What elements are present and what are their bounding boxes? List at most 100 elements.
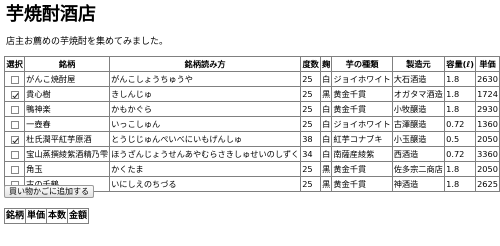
shochu-table: 選択 銘柄 銘柄読み方 度数 麹 芋の種類 製造元 容量(ℓ) 単価 がんこ焼酎… [3,56,500,192]
cell-reading: いっこしゅん [109,116,302,132]
cell-potato: 紅芋コナブキ [331,131,393,147]
cell-volume: 1.8 [444,101,477,117]
table-row: 角玉 かくたま 25 黒黄金千貫 佐多宗二商店 1.8 2050 [3,161,500,177]
cell-reading: とうじじゅんぺいべにいもげんしゅ [109,131,302,147]
select-checkbox[interactable] [10,165,19,174]
cell-maker: 西酒造 [391,146,446,162]
cell-koji: 白 [320,101,333,117]
cell-name: 角玉 [24,161,111,177]
cell-potato: 黄金千貫 [331,101,393,117]
cell-reading: かもかぐら [109,101,302,117]
cell-potato: 黄金千貫 [331,161,393,177]
table-header-row: 選択 銘柄 銘柄読み方 度数 麹 芋の種類 製造元 容量(ℓ) 単価 [3,56,500,72]
cell-abv: 38 [300,131,322,147]
cell-potato: 黄金千貫 [331,176,393,192]
cell-koji: 黒 [320,176,333,192]
cell-select [3,146,26,162]
cell-abv: 25 [300,116,322,132]
cell-select [3,86,26,102]
header-name: 銘柄 [24,56,111,72]
cell-reading: かくたま [109,161,302,177]
cell-potato: ジョイホワイト [331,71,393,87]
cell-volume: 0.72 [444,146,477,162]
select-checkbox[interactable] [10,105,19,114]
header-abv: 度数 [300,56,322,72]
cell-potato: 黄金千貫 [331,86,393,102]
cart-table: 銘柄 単価 本数 金額 [3,208,90,224]
table-body: がんこ焼酎屋 がんこしょうちゅうや 25 白ジョイホワイト 大石酒造 1.8 2630 貴心樹… [3,71,500,192]
cell-koji: 白 [320,131,333,147]
cell-price: 2625 [475,176,500,192]
cell-abv: 25 [300,86,322,102]
cell-volume: 1.8 [444,71,477,87]
cell-name: 杜氏潤平紅芋原酒 [24,131,111,147]
cell-koji: 白 [320,146,333,162]
select-checkbox[interactable] [10,90,19,99]
add-to-cart-button[interactable]: 買い物かごに追加する [4,185,94,198]
select-checkbox[interactable] [10,120,19,129]
cell-potato: ジョイホワイト [331,116,393,132]
header-potato: 芋の種類 [331,56,393,72]
cell-select [3,131,26,147]
cell-koji: 黒 [320,161,333,177]
cell-abv: 34 [300,146,322,162]
table-row: 貴心樹 きしんじゅ 25 黒黄金千貫 オガタマ酒造 1.8 1724 [3,86,500,102]
cart-header-name: 銘柄 [3,208,27,224]
cart-header-amount: 金額 [67,208,90,224]
cell-reading: きしんじゅ [109,86,302,102]
cell-potato: 南薩産綾紫 [331,146,393,162]
cell-maker: 神酒造 [391,176,446,192]
header-price: 単価 [475,56,500,72]
cell-volume: 1.8 [444,176,477,192]
page-title: 芋焼酎酒店 [6,4,96,25]
cell-price: 2930 [475,101,500,117]
cell-koji: 白 [320,116,333,132]
header-maker: 製造元 [391,56,446,72]
cell-price: 2630 [475,71,500,87]
select-checkbox[interactable] [10,75,19,84]
cell-volume: 0.72 [444,116,477,132]
header-koji: 麹 [320,56,333,72]
cell-abv: 25 [300,176,322,192]
cell-name: 一壺春 [24,116,111,132]
cell-price: 1360 [475,116,500,132]
cell-maker: 小玉醸造 [391,131,446,147]
select-checkbox[interactable] [10,150,19,159]
cell-maker: 佐多宗二商店 [391,161,446,177]
header-reading: 銘柄読み方 [109,56,302,72]
cell-koji: 黒 [320,86,333,102]
cell-volume: 0.5 [444,131,477,147]
cell-select [3,161,26,177]
cell-name: 宝山蒸撰綾紫酒精乃雫 [24,146,111,162]
page-intro: 店主お薦めの芋焼酎を集めてみました。 [6,37,169,47]
cell-price: 2050 [475,131,500,147]
cell-price: 2050 [475,161,500,177]
cell-maker: 小牧醸造 [391,101,446,117]
table-row: がんこ焼酎屋 がんこしょうちゅうや 25 白ジョイホワイト 大石酒造 1.8 2630 [3,71,500,87]
cart-header-count: 本数 [46,208,69,224]
cell-reading: いにしえのちづる [109,176,302,192]
cell-name: がんこ焼酎屋 [24,71,111,87]
cell-select [3,116,26,132]
cart-header-row: 銘柄 単価 本数 金額 [3,208,90,224]
cell-abv: 25 [300,161,322,177]
table-row: 杜氏潤平紅芋原酒 とうじじゅんぺいべにいもげんしゅ 38 白紅芋コナブキ 小玉醸造 0.5… [3,131,500,147]
header-volume: 容量(ℓ) [444,56,477,72]
table-row: 宝山蒸撰綾紫酒精乃雫 ほうざんじょうせんあやむらさきしゅせいのしずく 34 白南薩産綾… [3,146,500,162]
cart-header-price: 単価 [25,208,48,224]
header-select: 選択 [3,56,26,72]
cell-reading: ほうざんじょうせんあやむらさきしゅせいのしずく [109,146,302,162]
cell-select [3,101,26,117]
cell-volume: 1.8 [444,161,477,177]
cell-abv: 25 [300,101,322,117]
cell-maker: 大石酒造 [391,71,446,87]
cell-volume: 1.8 [444,86,477,102]
cell-price: 1724 [475,86,500,102]
cell-name: 鴨神楽 [24,101,111,117]
cell-reading: がんこしょうちゅうや [109,71,302,87]
cell-maker: 古澤醸造 [391,116,446,132]
cell-abv: 25 [300,71,322,87]
select-checkbox[interactable] [10,135,19,144]
table-row: 鴨神楽 かもかぐら 25 白黄金千貫 小牧醸造 1.8 2930 [3,101,500,117]
cell-koji: 白 [320,71,333,87]
